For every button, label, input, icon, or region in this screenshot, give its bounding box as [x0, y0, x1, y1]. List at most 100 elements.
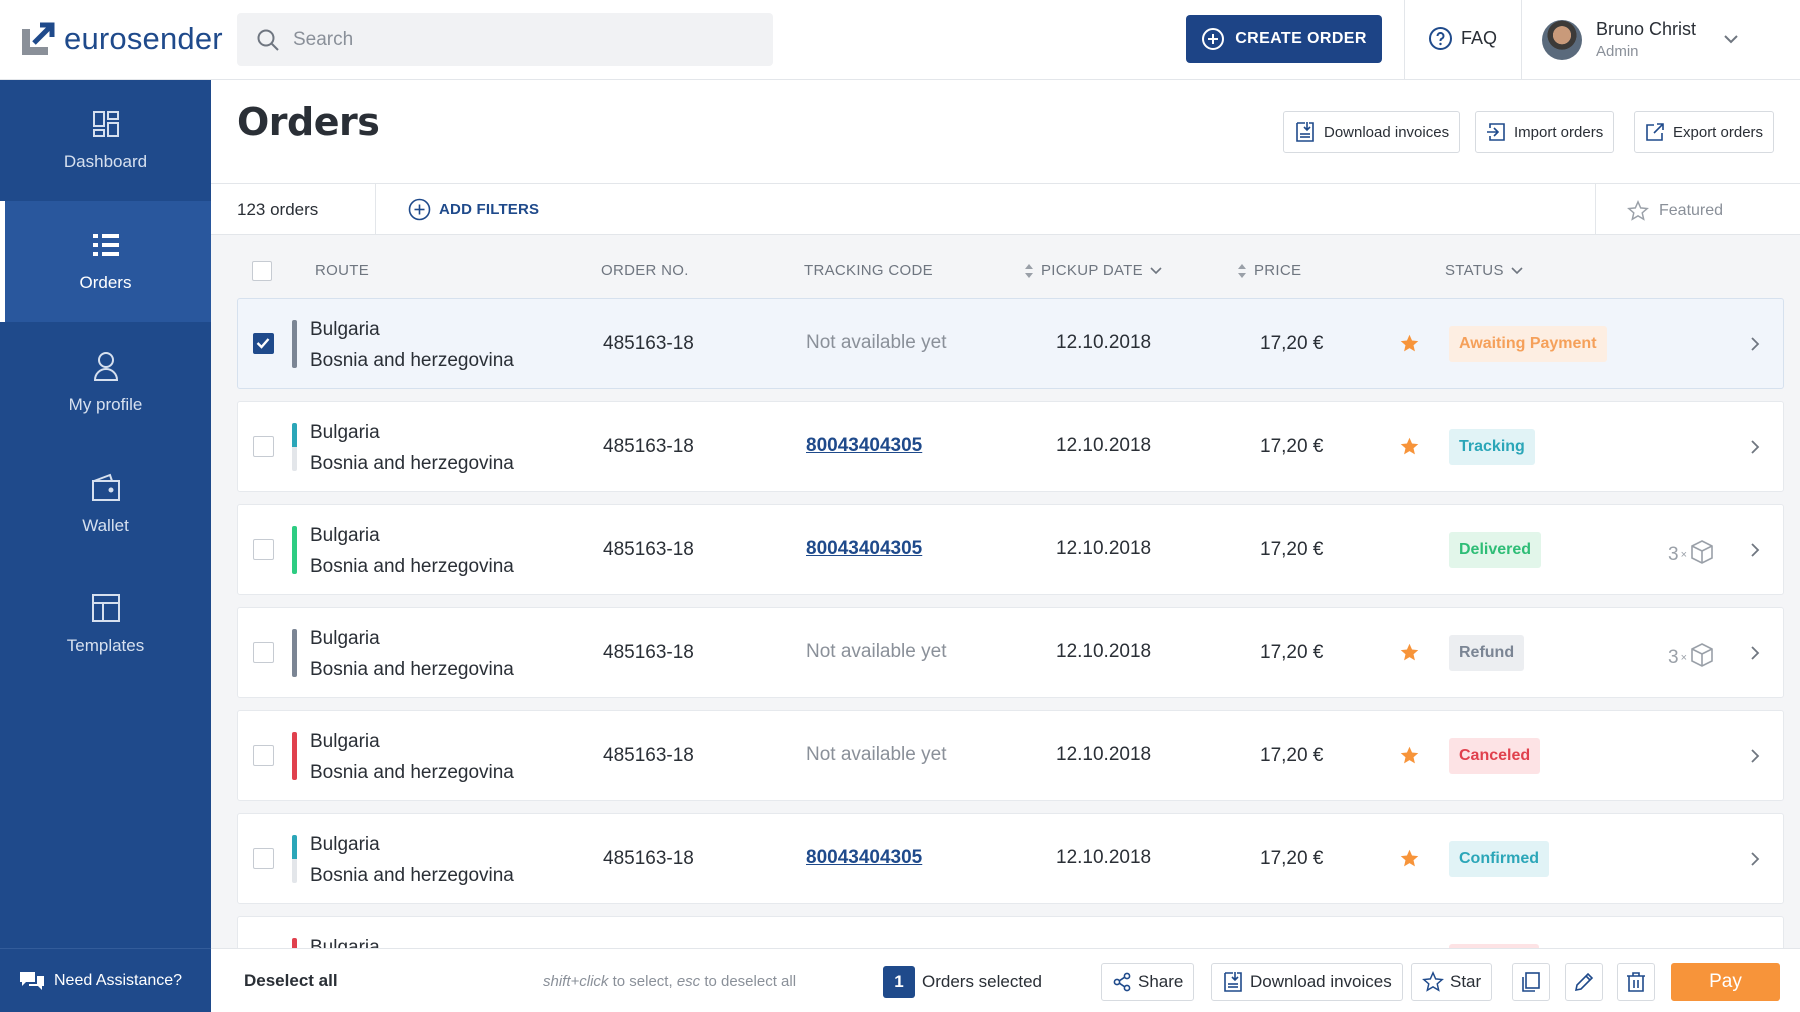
filter-bar: 123 orders ADD FILTERS Featured: [211, 183, 1800, 235]
chevron-right-icon[interactable]: [1748, 438, 1762, 461]
hint-text: to deselect all: [700, 973, 797, 990]
delete-button[interactable]: [1617, 963, 1655, 1001]
status-color-bar: [292, 732, 297, 780]
order-row[interactable]: Bulgaria Bosnia and herzegovina 485163-18 8…: [237, 401, 1784, 492]
status-color-bar: [292, 320, 297, 368]
status-color-bar: [292, 835, 297, 883]
route-from: Bulgaria: [310, 319, 380, 340]
select-all-checkbox[interactable]: [252, 261, 272, 281]
row-checkbox[interactable]: [253, 745, 274, 766]
chevron-right-icon[interactable]: [1748, 850, 1762, 873]
sort-icon: [1025, 263, 1033, 278]
duplicate-button[interactable]: [1512, 963, 1550, 1001]
sidebar-item-label: Dashboard: [63, 151, 148, 171]
share-button[interactable]: Share: [1101, 963, 1195, 1001]
row-checkbox[interactable]: [253, 333, 274, 354]
chevron-right-icon[interactable]: [1748, 541, 1762, 564]
sidebar-item-label: My profile: [68, 394, 143, 414]
order-row[interactable]: Bulgaria Bosnia and herzegovina 485163-18 N…: [237, 298, 1784, 389]
order-row[interactable]: Bulgaria Bosnia and herzegovina 485163-18 8…: [237, 813, 1784, 904]
route-to: Bosnia and herzegovina: [310, 350, 514, 371]
row-checkbox[interactable]: [253, 539, 274, 560]
download-invoices-button[interactable]: Download invoices: [1283, 111, 1461, 153]
download-invoices-label: Download invoices: [1324, 123, 1450, 141]
import-orders-label: Import orders: [1514, 123, 1604, 141]
deselect-all-button[interactable]: Deselect all: [244, 971, 338, 991]
pickup-date: 12.10.2018: [1056, 744, 1152, 765]
tracking-code[interactable]: 80043404305: [806, 847, 922, 869]
pickup-date: 12.10.2018: [1056, 847, 1152, 868]
edit-button[interactable]: [1565, 963, 1603, 1001]
search-box[interactable]: [237, 13, 773, 66]
chevron-right-icon[interactable]: [1748, 747, 1762, 770]
sidebar-item-my-profile[interactable]: My profile: [0, 322, 211, 443]
order-row[interactable]: Bulgaria Bosnia and herzegovina 485163-18 8…: [237, 504, 1784, 595]
list-icon: [92, 233, 119, 256]
featured-toggle[interactable]: Featured: [1627, 200, 1723, 222]
column-header-pickup-date[interactable]: PICKUP DATE: [1024, 262, 1163, 279]
avatar: [1542, 19, 1582, 60]
sidebar-item-label: Orders: [79, 272, 132, 292]
status-badge: Delivered: [1449, 532, 1542, 568]
faq-link[interactable]: FAQ: [1428, 26, 1497, 51]
column-header-status[interactable]: STATUS: [1445, 262, 1524, 279]
tracking-code[interactable]: 80043404305: [806, 538, 922, 560]
plus-circle-icon: [408, 198, 431, 221]
export-orders-button[interactable]: Export orders: [1634, 111, 1775, 153]
share-icon: [1113, 972, 1131, 992]
route-to: Bosnia and herzegovina: [310, 556, 514, 577]
column-header-tracking: TRACKING CODE: [804, 262, 933, 279]
order-row[interactable]: Bulgaria: [237, 916, 1784, 948]
star-filled-icon[interactable]: [1399, 745, 1420, 771]
create-order-button[interactable]: CREATE ORDER: [1186, 15, 1382, 63]
selection-action-bar: Deselect all shift+click to select, esc …: [211, 948, 1800, 1012]
star-filled-icon[interactable]: [1399, 436, 1420, 462]
trash-icon: [1627, 972, 1645, 992]
copy-icon: [1522, 972, 1540, 992]
row-checkbox[interactable]: [253, 436, 274, 457]
faq-label: FAQ: [1461, 28, 1498, 48]
star-filled-icon[interactable]: [1399, 848, 1420, 874]
star-filled-icon[interactable]: [1399, 333, 1420, 359]
sidebar-item-dashboard[interactable]: Dashboard: [0, 80, 211, 201]
column-header-order-no: ORDER NO.: [601, 262, 689, 279]
row-checkbox[interactable]: [253, 848, 274, 869]
chevron-right-icon[interactable]: [1748, 335, 1762, 358]
route-from: Bulgaria: [310, 422, 380, 443]
order-row[interactable]: Bulgaria Bosnia and herzegovina 485163-18 N…: [237, 710, 1784, 801]
selected-label: Orders selected: [922, 972, 1042, 991]
order-number: 485163-18: [603, 436, 694, 457]
star-button[interactable]: Star: [1411, 963, 1493, 1001]
order-number: 485163-18: [603, 745, 694, 766]
selection-hint: shift+click to select, esc to deselect a…: [543, 973, 796, 990]
tracking-code: Not available yet: [806, 641, 947, 662]
sidebar-item-orders[interactable]: Orders: [0, 201, 211, 322]
import-orders-button[interactable]: Import orders: [1475, 111, 1615, 153]
star-filled-icon[interactable]: [1399, 642, 1420, 668]
pay-button[interactable]: Pay: [1671, 963, 1780, 1001]
chevron-right-icon[interactable]: [1748, 644, 1762, 667]
package-count-value: 3: [1668, 647, 1679, 668]
sidebar-item-label: Templates: [66, 635, 145, 655]
column-header-price-label: PRICE: [1254, 262, 1302, 279]
route-from: Bulgaria: [310, 525, 380, 546]
selected-count-badge: 1: [883, 966, 915, 998]
sidebar-item-wallet[interactable]: Wallet: [0, 443, 211, 564]
divider: [1404, 0, 1405, 80]
need-assistance-link[interactable]: Need Assistance?: [0, 948, 211, 1012]
sidebar-item-templates[interactable]: Templates: [0, 564, 211, 685]
add-filters-button[interactable]: ADD FILTERS: [408, 198, 539, 221]
user-menu[interactable]: Bruno Christ Admin: [1542, 19, 1696, 60]
hint-key-esc: esc: [676, 973, 701, 990]
route-from: Bulgaria: [310, 628, 380, 649]
column-header-price[interactable]: PRICE: [1237, 262, 1301, 279]
pickup-date: 12.10.2018: [1056, 435, 1152, 456]
hint-key-shift: shift+click: [543, 973, 609, 990]
order-row[interactable]: Bulgaria Bosnia and herzegovina 485163-18 N…: [237, 607, 1784, 698]
search-input[interactable]: [293, 28, 753, 51]
download-invoices-action-button[interactable]: Download invoices: [1211, 963, 1403, 1001]
tracking-code[interactable]: 80043404305: [806, 435, 922, 457]
logo[interactable]: eurosender: [20, 20, 223, 58]
chevron-down-icon[interactable]: [1722, 30, 1740, 48]
row-checkbox[interactable]: [253, 642, 274, 663]
